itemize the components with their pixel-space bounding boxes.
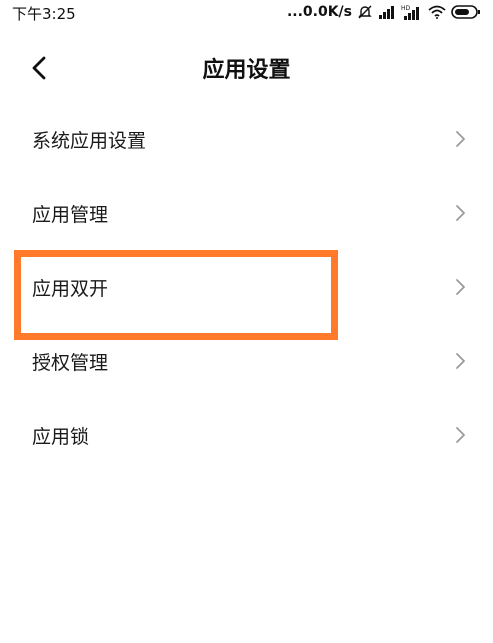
- status-time: 下午3:25: [12, 5, 76, 23]
- status-bar: 下午3:25 ...0.0K/s HD: [0, 0, 493, 24]
- chevron-right-icon: [455, 426, 467, 444]
- mute-bell-icon: [357, 4, 373, 20]
- net-speed: ...0.0K/s: [286, 4, 352, 20]
- svg-text:HD: HD: [401, 5, 411, 12]
- settings-list: 系统应用设置 应用管理 应用双开 授权管理 应用锁: [0, 102, 493, 472]
- list-item-system-app-settings[interactable]: 系统应用设置: [0, 102, 493, 176]
- chevron-right-icon: [455, 130, 467, 148]
- list-item-label: 应用管理: [32, 204, 109, 226]
- chevron-right-icon: [455, 352, 467, 370]
- list-item-permissions[interactable]: 授权管理: [0, 324, 493, 398]
- list-item-label: 授权管理: [32, 352, 109, 374]
- hd-signal-icon: HD: [401, 4, 423, 20]
- list-item-label: 应用锁: [32, 426, 90, 448]
- page-title: 应用设置: [202, 58, 291, 83]
- list-item-app-management[interactable]: 应用管理: [0, 176, 493, 250]
- header: 应用设置: [0, 40, 493, 96]
- list-item-app-lock[interactable]: 应用锁: [0, 398, 493, 472]
- battery-icon: [451, 5, 481, 19]
- list-item-dual-apps[interactable]: 应用双开: [0, 250, 493, 324]
- list-item-label: 系统应用设置: [32, 130, 147, 152]
- wifi-icon: [428, 5, 446, 19]
- chevron-right-icon: [455, 204, 467, 222]
- chevron-right-icon: [455, 278, 467, 296]
- list-item-label: 应用双开: [32, 278, 109, 300]
- signal-icon: [378, 5, 396, 19]
- status-indicators: ...0.0K/s HD: [287, 2, 481, 22]
